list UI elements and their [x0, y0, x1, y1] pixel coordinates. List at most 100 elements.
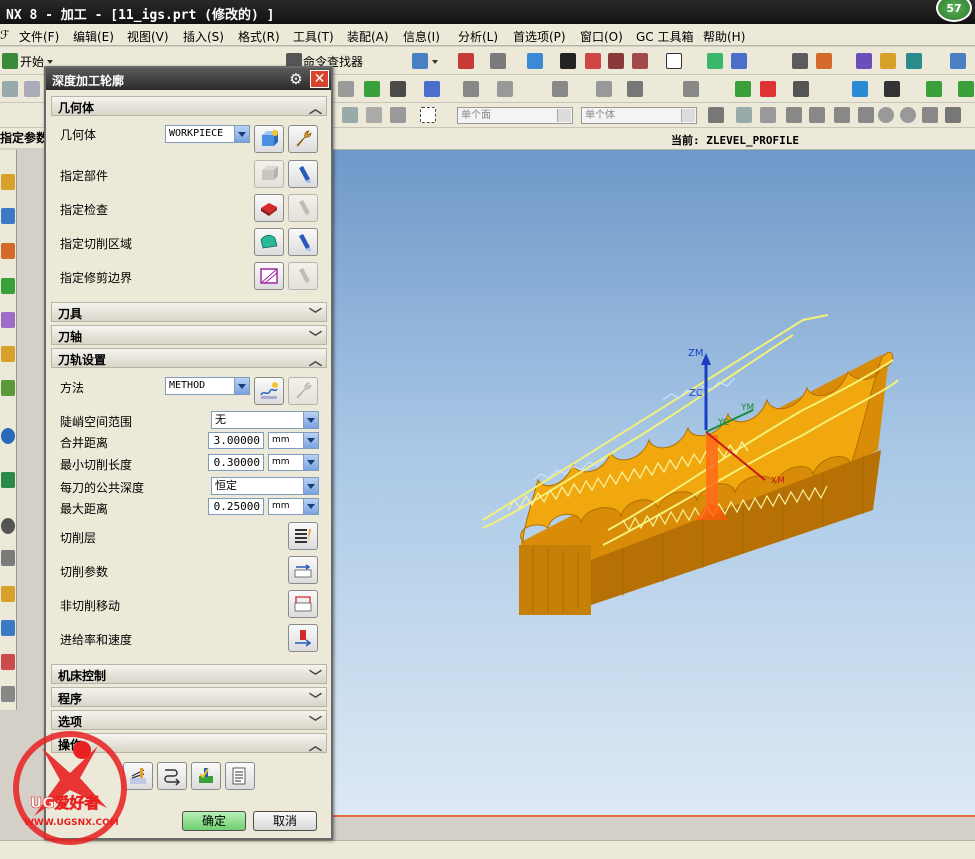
plus-icon[interactable] — [922, 107, 938, 123]
max-distance-input[interactable]: 0.25000 — [208, 498, 264, 515]
list-icon[interactable] — [390, 81, 406, 97]
circle2-icon[interactable] — [900, 107, 916, 123]
chevron-down-icon[interactable] — [303, 455, 318, 470]
section-program[interactable]: 程序 ﹀ — [51, 687, 327, 708]
snap-point-icon[interactable] — [342, 107, 358, 123]
menu-view[interactable]: 视图(V) — [127, 28, 169, 45]
cut-icon[interactable] — [497, 81, 513, 97]
verify-icon[interactable] — [906, 53, 922, 69]
non-cut-button[interactable] — [288, 590, 318, 618]
line2-icon[interactable] — [809, 107, 825, 123]
box-select-icon[interactable] — [420, 107, 436, 123]
menu-format[interactable]: 格式(R) — [238, 28, 280, 45]
clock-icon[interactable] — [1, 518, 15, 534]
accept-icon[interactable] — [926, 81, 942, 97]
menu-assembly[interactable]: 装配(A) — [347, 28, 389, 45]
start-button[interactable]: 开始 — [20, 53, 44, 70]
tool-nav-icon[interactable] — [1, 243, 15, 259]
diag-icon[interactable] — [945, 107, 961, 123]
edit-method-button[interactable] — [288, 377, 318, 405]
section-path-settings[interactable]: 刀轨设置 ︿ — [51, 348, 327, 369]
menu-file[interactable]: 文件(F) — [19, 28, 59, 45]
menu-help[interactable]: 帮助(H) — [703, 28, 745, 45]
chevron-down-icon[interactable]: ﹀ — [309, 304, 322, 323]
delete-icon[interactable] — [627, 81, 643, 97]
menu-tools[interactable]: 工具(T) — [293, 28, 334, 45]
chevron-down-icon[interactable] — [234, 126, 249, 142]
chevron-down-icon[interactable] — [303, 433, 318, 448]
geom-nav-icon[interactable] — [1, 278, 15, 294]
snap2-icon[interactable] — [731, 53, 747, 69]
cut-levels-button[interactable] — [288, 522, 318, 550]
show-check-button[interactable] — [288, 194, 318, 222]
reuse-icon[interactable] — [1, 346, 15, 362]
chevron-down-icon[interactable]: ﹀ — [309, 712, 322, 731]
arrow-up-icon[interactable] — [858, 107, 874, 123]
select-icon[interactable] — [412, 53, 428, 69]
min-cut-unit-select[interactable]: mm — [268, 454, 319, 471]
shade-icon[interactable] — [490, 53, 506, 69]
op2-icon[interactable] — [24, 81, 40, 97]
simulate-icon[interactable] — [760, 81, 776, 97]
post2-icon[interactable] — [793, 81, 809, 97]
menu-window[interactable]: 窗口(O) — [580, 28, 623, 45]
max-distance-unit-select[interactable]: mm — [268, 498, 319, 515]
display-icon[interactable] — [560, 53, 576, 69]
hidden-icon[interactable] — [632, 53, 648, 69]
chevron-down-icon[interactable]: ﹀ — [309, 666, 322, 685]
tool-icon[interactable] — [856, 53, 872, 69]
part-nav-icon[interactable] — [458, 53, 474, 69]
show-trim-button[interactable] — [288, 262, 318, 290]
section-tool[interactable]: 刀具 ﹀ — [51, 302, 327, 323]
edit-geometry-button[interactable] — [288, 125, 318, 153]
arrow-right-icon[interactable] — [708, 107, 724, 123]
show-cut-area-button[interactable] — [288, 228, 318, 256]
replay-button[interactable] — [157, 762, 187, 790]
tools-icon[interactable] — [1, 654, 15, 670]
cut-params-button[interactable] — [288, 556, 318, 584]
frame-icon[interactable] — [666, 53, 682, 69]
view-icon[interactable] — [585, 53, 601, 69]
snap-icon[interactable] — [707, 53, 723, 69]
machine-nav-icon[interactable] — [1, 208, 15, 224]
verify2-icon[interactable] — [735, 81, 751, 97]
accept2-icon[interactable] — [958, 81, 974, 97]
scope-filter[interactable]: 单个体 — [581, 107, 697, 124]
section-axis[interactable]: 刀轴 ﹀ — [51, 325, 327, 346]
specify-check-button[interactable] — [254, 194, 284, 222]
copy-icon[interactable] — [552, 81, 568, 97]
chevron-up-icon[interactable]: ︿ — [309, 98, 322, 117]
snap-end-icon[interactable] — [736, 107, 752, 123]
regen-icon[interactable] — [683, 81, 699, 97]
merge-distance-input[interactable]: 3.00000 — [208, 432, 264, 449]
new-method-button[interactable] — [254, 377, 284, 405]
close-x-icon[interactable] — [884, 81, 900, 97]
close-button[interactable]: ✕ — [310, 70, 329, 88]
snap-point3-icon[interactable] — [390, 107, 406, 123]
merge-unit-select[interactable]: mm — [268, 432, 319, 449]
menu-preferences[interactable]: 首选项(P) — [513, 28, 566, 45]
type-filter[interactable]: 单个面 — [457, 107, 573, 124]
menu-insert[interactable]: 插入(S) — [183, 28, 224, 45]
method-select[interactable]: METHOD — [165, 377, 250, 395]
show-part-button[interactable] — [288, 160, 318, 188]
op-icon[interactable] — [2, 81, 18, 97]
min-cut-input[interactable]: 0.30000 — [208, 454, 264, 471]
chevron-up-icon[interactable]: ︿ — [309, 350, 322, 369]
web-icon[interactable] — [1, 428, 15, 444]
snap-point2-icon[interactable] — [366, 107, 382, 123]
graphics-window[interactable]: ZM ZC YC YM XM — [333, 150, 975, 815]
gen-icon[interactable] — [338, 81, 354, 97]
shop-icon[interactable] — [852, 81, 868, 97]
circle-icon[interactable] — [878, 107, 894, 123]
palette-icon[interactable] — [1, 586, 15, 602]
table-icon[interactable] — [792, 53, 808, 69]
section-machine-control[interactable]: 机床控制 ﹀ — [51, 664, 327, 685]
menu-icon[interactable]: ℱ — [0, 28, 9, 42]
cancel-button[interactable]: 取消 — [253, 811, 317, 831]
verify-button[interactable] — [191, 762, 221, 790]
specify-trim-button[interactable] — [254, 262, 284, 290]
roles-icon[interactable] — [1, 550, 15, 566]
chevron-up-icon[interactable]: ︿ — [309, 735, 322, 754]
snap-mid-icon[interactable] — [760, 107, 776, 123]
